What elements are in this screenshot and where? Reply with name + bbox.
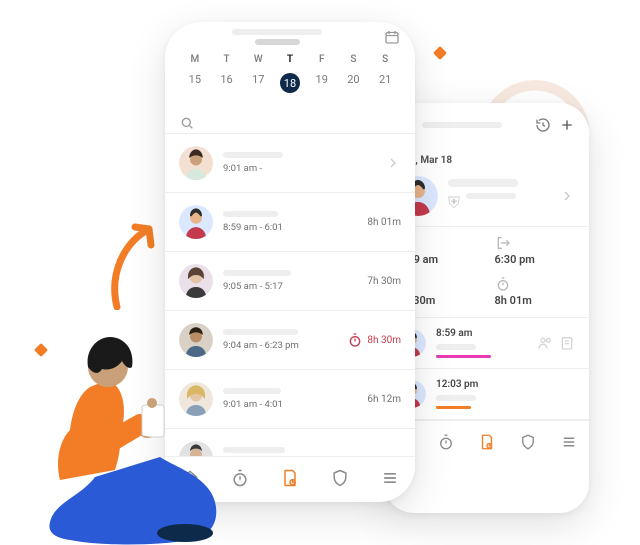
tab-timesheet[interactable] <box>280 468 300 492</box>
title-placeholder <box>232 29 322 35</box>
cal-day[interactable]: 19 <box>306 69 338 97</box>
tab-timer[interactable] <box>230 468 250 492</box>
search-icon <box>179 115 195 131</box>
list-item[interactable]: 9:01 am - <box>165 133 415 192</box>
avatar <box>179 205 213 239</box>
subtitle-placeholder <box>255 39 300 45</box>
tab-shield[interactable] <box>330 468 350 492</box>
stat-total: 8h 01m <box>495 276 576 307</box>
cal-day[interactable]: 16 <box>211 69 243 97</box>
illustration-person <box>0 285 230 545</box>
logout-icon <box>495 235 576 249</box>
search-bar[interactable] <box>165 107 415 133</box>
add-icon[interactable] <box>559 117 575 133</box>
tab-shield[interactable] <box>519 433 537 455</box>
name-placeholder <box>448 179 518 187</box>
tab-timer[interactable] <box>437 433 455 455</box>
name-placeholder <box>223 329 298 335</box>
overtime-icon <box>347 332 363 348</box>
calendar-icon[interactable] <box>383 28 401 46</box>
status-dot-online <box>206 173 213 180</box>
tab-menu[interactable] <box>560 433 578 455</box>
progress-bar <box>436 355 491 358</box>
stopwatch-icon <box>495 276 576 290</box>
progress-bar <box>436 406 471 409</box>
stat-clock-out: 6:30 pm <box>495 235 576 266</box>
name-placeholder <box>223 211 278 217</box>
week-calendar: M T W T F S S 15 16 17 18 19 20 21 <box>165 46 415 107</box>
cal-day[interactable]: 15 <box>179 69 211 97</box>
list-item[interactable]: 8:59 am - 6:01 8h 01m <box>165 192 415 251</box>
name-placeholder <box>223 447 285 453</box>
cal-day[interactable]: 21 <box>369 69 401 97</box>
cal-dow-row: M T W T F S S <box>179 50 401 69</box>
chevron-right-icon <box>559 188 575 204</box>
cal-day-today[interactable]: 18 <box>274 69 306 97</box>
history-icon[interactable] <box>535 117 551 133</box>
cal-day[interactable]: 20 <box>338 69 370 97</box>
title-placeholder <box>422 122 502 128</box>
decor-dot <box>433 46 447 60</box>
entry-icons <box>537 335 575 351</box>
chevron-right-icon <box>385 155 401 171</box>
cal-day[interactable]: 17 <box>242 69 274 97</box>
overtime-value: 8h 30m <box>347 332 401 348</box>
avatar <box>179 146 213 180</box>
tab-timesheet[interactable] <box>478 433 496 455</box>
tab-menu[interactable] <box>380 468 400 492</box>
name-placeholder <box>223 152 283 158</box>
name-placeholder <box>223 270 291 276</box>
cal-date-row: 15 16 17 18 19 20 21 <box>179 69 401 97</box>
name-placeholder <box>223 388 281 394</box>
list-header <box>165 22 415 46</box>
